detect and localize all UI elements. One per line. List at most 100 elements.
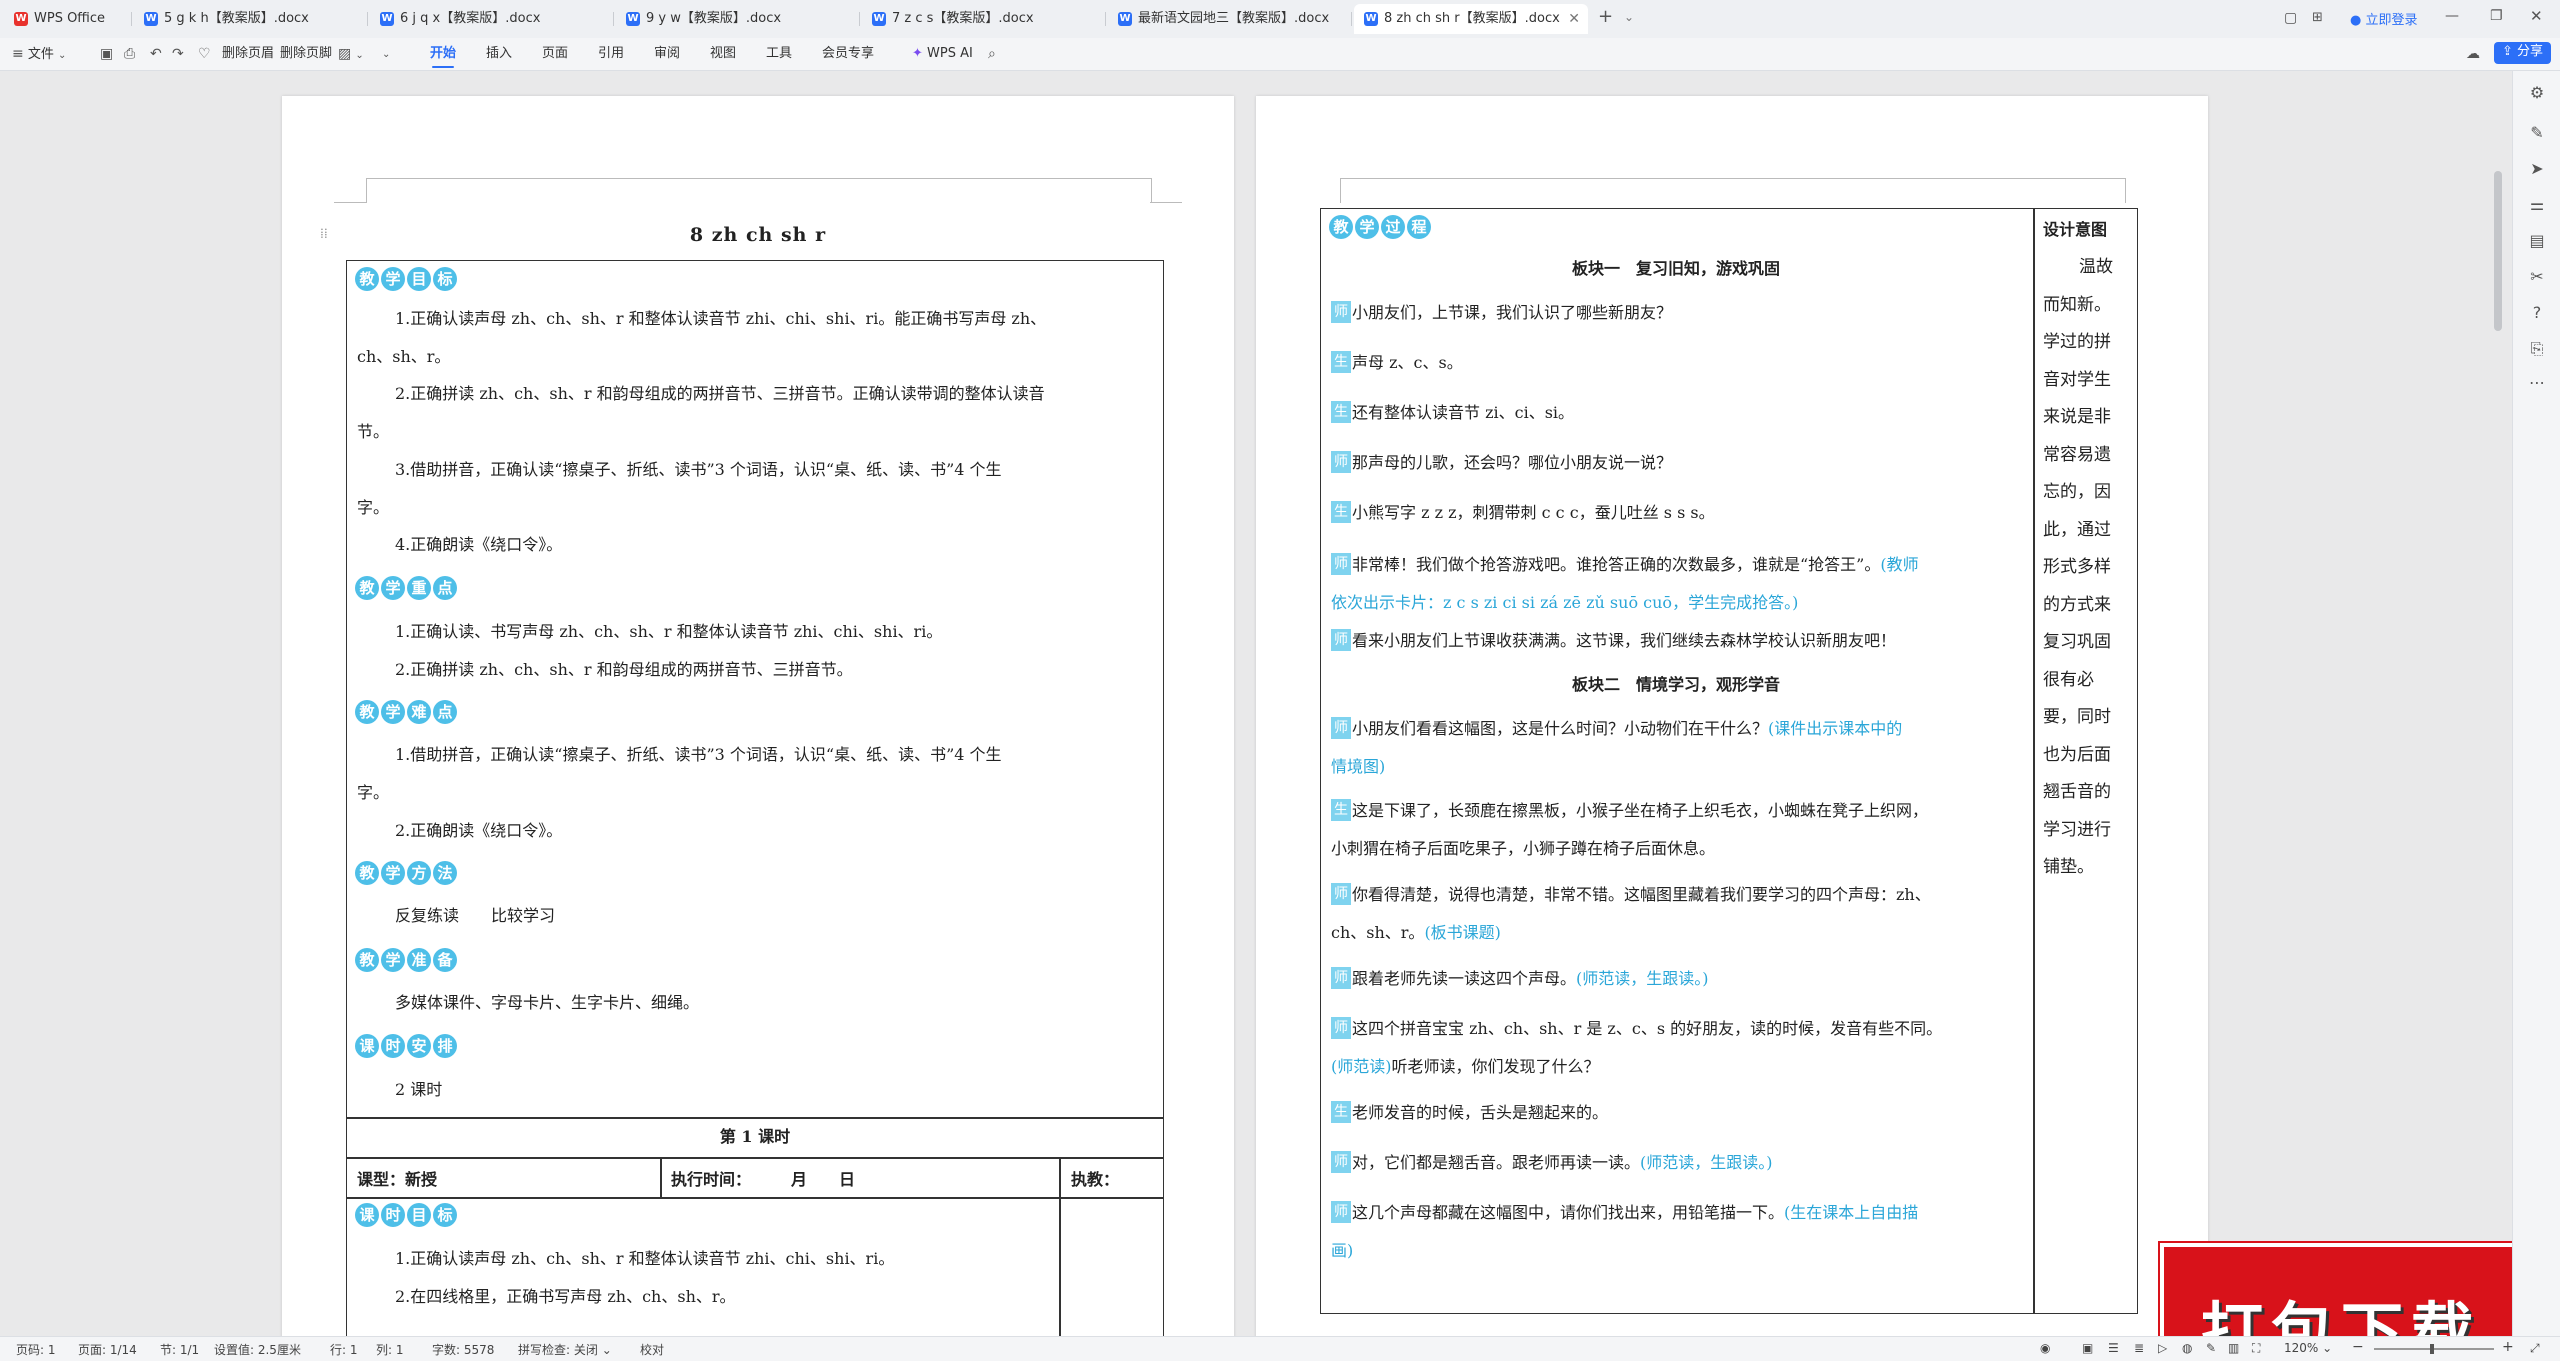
word-count[interactable]: 字数: 5578 <box>432 1341 494 1358</box>
wps-ai-button[interactable]: ✦ WPS AI <box>912 44 973 64</box>
document-page[interactable]: 教学过程 板块一 复习旧知，游戏巩固 师小朋友们，上节课，我们认识了哪些新朋友？… <box>1256 96 2208 1344</box>
tab-home[interactable]: 开始 <box>430 44 456 68</box>
close-tab-icon[interactable]: ✕ <box>1568 4 1580 34</box>
design-intent-line: 也为后面 <box>2043 744 2111 765</box>
page-view-icon[interactable]: ▣ <box>2082 1341 2093 1355</box>
pen-mode-icon[interactable]: ✎ <box>2206 1341 2216 1355</box>
menu-button[interactable]: ≡ 文件 ⌄ <box>12 44 66 64</box>
web-icon[interactable]: ◍ <box>2182 1341 2192 1355</box>
objective-line: 1.正确认读声母 zh、ch、sh、r 和整体认读音节 zhi、chi、shi、… <box>395 309 1047 328</box>
page-title: 8 zh ch sh r <box>689 224 827 246</box>
page-count[interactable]: 页面: 1/14 <box>78 1341 137 1358</box>
proofread-button[interactable]: 校对 <box>640 1341 664 1358</box>
zoom-out-icon[interactable]: − <box>2352 1339 2364 1355</box>
tab-document[interactable]: W 9 y w【教案版】.docx <box>616 4 860 34</box>
minimize-button[interactable]: — <box>2445 8 2459 24</box>
tab-active-document[interactable]: W 8 zh ch sh r【教案版】.docx ✕ <box>1354 4 1588 34</box>
window-layout-icon[interactable]: ▢ <box>2284 10 2297 26</box>
pen-icon[interactable]: ✎ <box>2527 123 2547 142</box>
help-icon[interactable]: ? <box>2527 303 2547 322</box>
stage-note: (生在课本上自由描 <box>1784 1203 1919 1222</box>
restore-button[interactable]: ❐ <box>2490 8 2503 24</box>
tools-icon[interactable]: ✂ <box>2527 267 2547 286</box>
tab-tools[interactable]: 工具 <box>766 44 792 64</box>
screen-icon[interactable]: ▤ <box>2527 231 2547 250</box>
grid-icon[interactable]: ⊞ <box>2312 10 2323 25</box>
outline-icon[interactable]: ≣ <box>2134 1341 2144 1355</box>
tab-view[interactable]: 视图 <box>710 44 736 64</box>
word-doc-icon: W <box>380 11 394 26</box>
document-page[interactable]: ⁞⁞ 8 zh ch sh r 教学目标 1.正确认读声母 zh、ch、sh、r… <box>282 96 1234 1344</box>
eye-icon[interactable]: ◉ <box>2040 1341 2050 1355</box>
tab-references[interactable]: 引用 <box>598 44 624 64</box>
dialogue-line: 小刺猬在椅子后面吃果子，小狮子蹲在椅子后面休息。 <box>1331 839 1716 858</box>
list-view-icon[interactable]: ☰ <box>2108 1341 2119 1355</box>
zoom-slider[interactable] <box>2374 1344 2494 1354</box>
zoom-in-icon[interactable]: + <box>2502 1339 2514 1355</box>
dialogue-line: ch、sh、r。(板书课题) <box>1331 921 2029 945</box>
cloud-sync-icon[interactable]: ☁ <box>2466 44 2480 64</box>
header-crop-mark <box>1340 178 2126 203</box>
user-icon: ● <box>2350 13 2362 28</box>
wps-ai-label: WPS AI <box>927 46 973 61</box>
section-heading: 课时安排 <box>355 1034 1153 1058</box>
more-icon[interactable]: ⋯ <box>2527 373 2547 392</box>
dialogue-line: 师对，它们都是翘舌音。跟老师再读一读。(师范读，生跟读。) <box>1331 1151 2029 1175</box>
tab-document[interactable]: W 7 z c s【教案版】.docx <box>862 4 1106 34</box>
close-window-button[interactable]: ✕ <box>2530 7 2543 25</box>
tab-insert[interactable]: 插入 <box>486 44 512 64</box>
more-chevron-icon[interactable]: ⌄ <box>382 44 390 64</box>
tab-member[interactable]: 会员专享 <box>822 44 874 64</box>
tab-review[interactable]: 审阅 <box>654 44 680 64</box>
dialogue-text: 小朋友们看看这幅图，这是什么时间？小动物们在干什么？ <box>1352 719 1769 738</box>
login-button[interactable]: ● 立即登录 <box>2350 9 2418 28</box>
tab-document[interactable]: W 6 j q x【教案版】.docx <box>370 4 614 34</box>
objectives-badge: 教学目标 <box>355 267 457 291</box>
vertical-scrollbar[interactable] <box>2494 171 2502 331</box>
section-heading: 课时目标 <box>355 1203 1053 1227</box>
tab-divider <box>859 12 860 26</box>
fullscreen-icon[interactable]: ⤢ <box>2530 1341 2540 1356</box>
delete-footer-button[interactable]: 删除页脚 <box>280 44 332 64</box>
format-icon[interactable]: ▨ ⌄ <box>338 44 364 64</box>
schedule-badge: 课时安排 <box>355 1034 457 1058</box>
settings-icon[interactable]: ⚙ <box>2527 83 2547 102</box>
layout-icon[interactable]: ▥ <box>2228 1341 2239 1355</box>
design-intent-line: 形式多样 <box>2043 557 2111 577</box>
redo-icon[interactable]: ↷ <box>172 44 184 64</box>
zoom-level[interactable]: 120% ⌄ <box>2284 1341 2332 1355</box>
column-indicator: 列: 1 <box>376 1343 404 1357</box>
fit-screen-icon[interactable]: ⛶ <box>2252 1341 2260 1356</box>
tab-list-chevron-icon[interactable]: ⌄ <box>1624 10 1634 24</box>
tab-page[interactable]: 页面 <box>542 44 568 64</box>
tab-divider <box>1351 12 1352 26</box>
adjust-icon[interactable]: ⚌ <box>2527 195 2547 214</box>
clipboard-icon[interactable]: ⎘ <box>2527 339 2547 359</box>
design-intent-line: 而知新。 <box>2043 294 2111 315</box>
section-heading: 教学重点 <box>355 576 1153 600</box>
tab-bar: W WPS Office W 5 g k h【教案版】.docx W 6 j q x【… <box>0 0 2560 39</box>
search-icon[interactable]: ⌕ <box>988 44 996 64</box>
dialogue-line: 师那声母的儿歌，还会吗？哪位小朋友说一说？ <box>1331 451 2029 475</box>
play-icon[interactable]: ▷ <box>2158 1341 2167 1355</box>
tab-wps-office[interactable]: W WPS Office <box>4 4 132 34</box>
delete-header-button[interactable]: 删除页眉 <box>222 44 274 64</box>
pointer-icon[interactable]: ➤ <box>2527 159 2547 178</box>
dialogue-line: 师这四个拼音宝宝 zh、ch、sh、r 是 z、c、s 的好朋友，读的时候，发音… <box>1331 1017 2029 1041</box>
tab-document[interactable]: W 5 g k h【教案版】.docx <box>134 4 368 34</box>
lesson-objective-line: 1.正确认读声母 zh、ch、sh、r 和整体认读音节 zhi、chi、shi、… <box>395 1249 895 1268</box>
undo-icon[interactable]: ↶ <box>150 44 162 64</box>
print-icon[interactable]: ⎙ <box>124 44 135 64</box>
spell-check[interactable]: 拼写检查: 关闭 ⌄ <box>518 1341 612 1358</box>
save-icon[interactable]: ▣ <box>100 44 113 64</box>
favorite-icon[interactable]: ♡ <box>198 44 211 64</box>
download-banner[interactable]: 打包下载 <box>2160 1243 2522 1344</box>
new-tab-button[interactable]: + <box>1598 6 1613 27</box>
share-button[interactable]: ⇪ 分享 <box>2494 42 2552 64</box>
tab-document[interactable]: W 最新语文园地三【教案版】.docx <box>1108 4 1352 34</box>
zoom-slider-handle[interactable] <box>2430 1344 2434 1354</box>
teacher-tag: 师 <box>1331 553 1351 575</box>
word-doc-icon: W <box>1118 11 1132 26</box>
section-title: 板块二 情境学习，观形学音 <box>1571 675 1780 694</box>
chevron-down-icon: ⌄ <box>58 50 67 61</box>
